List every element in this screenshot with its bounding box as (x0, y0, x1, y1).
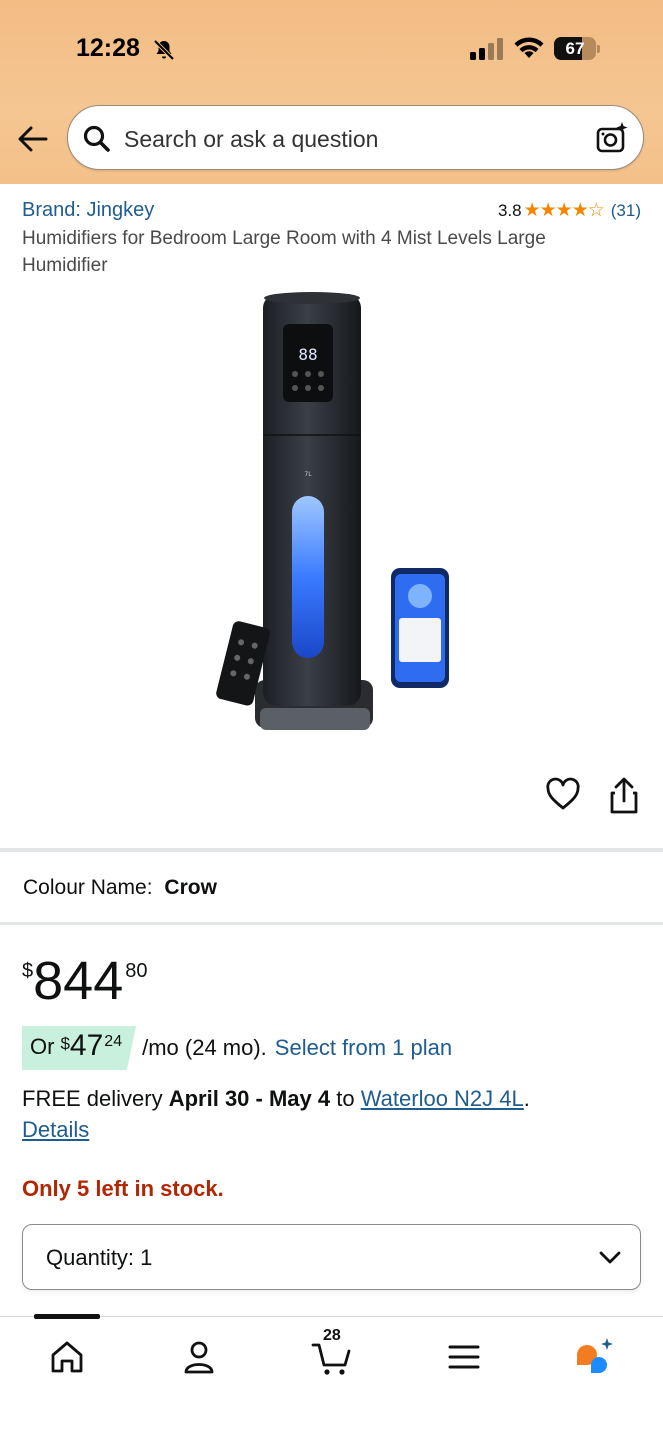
rufus-assistant-icon[interactable] (573, 1335, 617, 1379)
section-divider (0, 922, 663, 925)
bell-slash-icon (153, 39, 175, 61)
price-symbol: $ (22, 960, 34, 982)
rating-count[interactable]: (31) (611, 201, 641, 221)
brand-link[interactable]: Brand: Jingkey (22, 199, 154, 222)
installment-whole: 47 (69, 1029, 104, 1062)
installment-prefix: Or (30, 1034, 55, 1059)
delivery-to: to (336, 1086, 355, 1111)
battery-indicator: 67 (554, 37, 600, 60)
home-icon[interactable] (45, 1335, 89, 1379)
product-title: Humidifiers for Bedroom Large Room with … (22, 228, 546, 276)
price-fraction: 80 (125, 960, 148, 982)
battery-percent: 67 (565, 39, 585, 58)
menu-icon[interactable] (442, 1335, 486, 1379)
quantity-dropdown[interactable]: Quantity: 1 (22, 1224, 641, 1290)
svg-text:7L: 7L (304, 471, 312, 478)
cart-button[interactable]: 28 (310, 1327, 354, 1379)
cart-count-badge: 28 (323, 1327, 341, 1344)
colour-label: Colour Name: (23, 876, 153, 899)
price: $ 844 80 (22, 948, 147, 1014)
delivery-period: . (523, 1086, 530, 1111)
back-arrow-icon[interactable] (16, 122, 50, 156)
installment-symbol: $ (60, 1034, 70, 1053)
delivery-prefix: FREE delivery (22, 1086, 163, 1111)
camera-search-icon[interactable] (595, 121, 629, 155)
active-tab-indicator (34, 1314, 100, 1319)
bottom-nav: 28 (0, 1314, 663, 1440)
header: 12:28 67 Search or ask a question (0, 0, 663, 184)
product-image[interactable]: 88 7L (205, 288, 460, 733)
svg-text:88: 88 (298, 345, 317, 364)
colour-selector[interactable]: Colour Name: Crow (23, 876, 217, 900)
installment-period: /mo (24 mo). (142, 1035, 267, 1060)
quantity-value: 1 (140, 1245, 153, 1270)
installment-badge: Or $ 47 24 (22, 1026, 137, 1070)
status-time: 12:28 (76, 34, 140, 62)
select-plan-link[interactable]: Select from 1 plan (275, 1035, 452, 1061)
search-placeholder: Search or ask a question (124, 126, 379, 152)
delivery-location-link[interactable]: Waterloo N2J 4L (361, 1086, 524, 1111)
quantity-label-text: Quantity: (46, 1245, 135, 1270)
wifi-icon (514, 37, 544, 58)
cellular-signal-icon (470, 38, 503, 60)
search-input[interactable]: Search or ask a question (67, 105, 644, 170)
heart-icon[interactable] (545, 777, 581, 813)
stock-status: Only 5 left in stock. (22, 1176, 224, 1201)
quantity-label: Quantity: 1 (46, 1245, 152, 1271)
delivery-dates: April 30 - May 4 (168, 1086, 331, 1111)
chevron-down-icon (599, 1251, 621, 1264)
installment-fraction: 24 (104, 1033, 123, 1050)
delivery-info: FREE delivery April 30 - May 4 to Waterl… (22, 1083, 622, 1145)
share-icon[interactable] (607, 777, 641, 815)
installment-offer: Or $ 47 24 /mo (24 mo). Select from 1 pl… (22, 1026, 452, 1070)
rating-stars: ★★★★☆ (523, 200, 605, 221)
account-icon[interactable] (177, 1335, 221, 1379)
search-icon (83, 125, 110, 152)
rating-summary[interactable]: 3.8 ★★★★☆ (31) (498, 199, 641, 222)
section-divider (0, 848, 663, 852)
delivery-details-link[interactable]: Details (22, 1117, 89, 1142)
colour-value: Crow (164, 876, 217, 899)
price-whole: 844 (33, 951, 124, 1011)
rating-value: 3.8 (497, 200, 522, 220)
